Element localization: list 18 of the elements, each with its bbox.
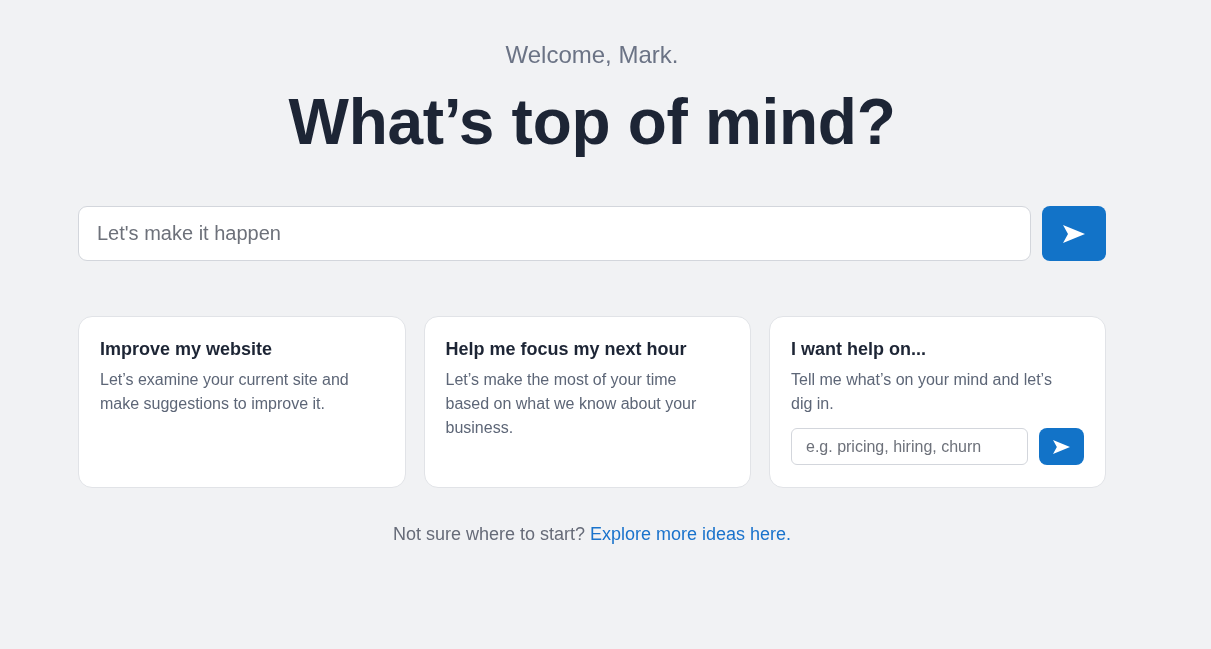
send-icon — [1053, 439, 1070, 454]
card-title: I want help on... — [791, 338, 926, 361]
greeting-text: Welcome, Mark. — [505, 40, 679, 70]
page-heading: What’s top of mind? — [288, 86, 896, 158]
prompt-input-field[interactable]: Let's make it happen — [78, 206, 1031, 261]
send-button[interactable] — [1039, 428, 1084, 465]
card-title: Help me focus my next hour — [445, 338, 687, 361]
explore-link[interactable]: Explore more ideas here. — [590, 524, 792, 544]
send-icon — [1063, 224, 1085, 243]
card-title: Improve my website — [100, 338, 273, 361]
card-description: Let’s examine your current site and make suggestions to improve it. — [100, 370, 350, 414]
card-description: Tell me what’s on your mind and let’s dig in. — [791, 370, 1053, 414]
suggestion-card[interactable]: Help me focus my next hour Let’s make the most of your time based on what we know about your business. — [423, 316, 751, 488]
topic-input-field[interactable]: e.g. pricing, hiring, churn — [791, 428, 1028, 465]
suggestion-card[interactable]: Improve my website Let’s examine your current site and make suggestions to improve it. — [78, 316, 406, 488]
footer-text: Not sure where to start? — [392, 524, 585, 544]
card-description: Let’s make the most of your time based on what we know about your business. — [445, 370, 698, 438]
send-button[interactable] — [1042, 206, 1106, 261]
